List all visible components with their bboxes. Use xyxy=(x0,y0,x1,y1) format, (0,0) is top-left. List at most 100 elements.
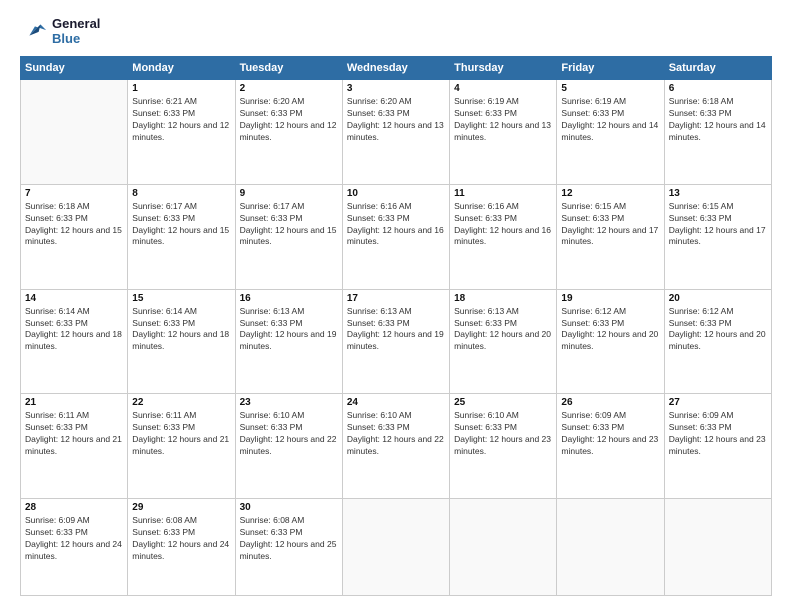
calendar-cell: 15Sunrise: 6:14 AMSunset: 6:33 PMDayligh… xyxy=(128,289,235,394)
day-number: 13 xyxy=(669,188,767,199)
day-info: Sunrise: 6:17 AMSunset: 6:33 PMDaylight:… xyxy=(132,201,230,249)
calendar-cell: 2Sunrise: 6:20 AMSunset: 6:33 PMDaylight… xyxy=(235,80,342,185)
day-info: Sunrise: 6:15 AMSunset: 6:33 PMDaylight:… xyxy=(561,201,659,249)
day-info: Sunrise: 6:08 AMSunset: 6:33 PMDaylight:… xyxy=(240,515,338,563)
calendar-week-5: 28 Sunrise: 6:09 AMSunset: 6:33 PMDayligh… xyxy=(21,499,772,596)
day-number: 23 xyxy=(240,397,338,408)
day-info: Sunrise: 6:09 AMSunset: 6:33 PMDaylight:… xyxy=(669,410,767,458)
calendar-cell: 30 Sunrise: 6:08 AMSunset: 6:33 PMDayligh… xyxy=(235,499,342,596)
day-info: Sunrise: 6:10 AMSunset: 6:33 PMDaylight:… xyxy=(454,410,552,458)
calendar-week-1: 1Sunrise: 6:21 AMSunset: 6:33 PMDaylight… xyxy=(21,80,772,185)
day-info: Sunrise: 6:13 AMSunset: 6:33 PMDaylight:… xyxy=(454,306,552,354)
day-info: Sunrise: 6:13 AMSunset: 6:33 PMDaylight:… xyxy=(240,306,338,354)
day-info: Sunrise: 6:16 AMSunset: 6:33 PMDaylight:… xyxy=(347,201,445,249)
calendar-cell: 28 Sunrise: 6:09 AMSunset: 6:33 PMDayligh… xyxy=(21,499,128,596)
logo: General Blue xyxy=(20,16,100,46)
day-number: 7 xyxy=(25,188,123,199)
calendar-cell xyxy=(342,499,449,596)
day-info: Sunrise: 6:09 AMSunset: 6:33 PMDaylight:… xyxy=(25,515,123,563)
calendar-cell xyxy=(21,80,128,185)
day-number: 29 xyxy=(132,502,230,513)
calendar-header-saturday: Saturday xyxy=(664,57,771,80)
day-number: 14 xyxy=(25,293,123,304)
day-info: Sunrise: 6:18 AMSunset: 6:33 PMDaylight:… xyxy=(669,96,767,144)
calendar-cell: 4 Sunrise: 6:19 AMSunset: 6:33 PMDaylight… xyxy=(450,80,557,185)
day-info: Sunrise: 6:19 AMSunset: 6:33 PMDaylight:… xyxy=(561,96,659,144)
calendar-cell: 6 Sunrise: 6:18 AMSunset: 6:33 PMDaylight… xyxy=(664,80,771,185)
day-info: Sunrise: 6:14 AMSunset: 6:33 PMDaylight:… xyxy=(132,306,230,354)
calendar-cell: 1Sunrise: 6:21 AMSunset: 6:33 PMDaylight… xyxy=(128,80,235,185)
day-info: Sunrise: 6:12 AMSunset: 6:33 PMDaylight:… xyxy=(561,306,659,354)
day-number: 8 xyxy=(132,188,230,199)
day-number: 1 xyxy=(132,83,230,94)
calendar-cell: 18 Sunrise: 6:13 AMSunset: 6:33 PMDayligh… xyxy=(450,289,557,394)
calendar-header-tuesday: Tuesday xyxy=(235,57,342,80)
day-info: Sunrise: 6:10 AMSunset: 6:33 PMDaylight:… xyxy=(240,410,338,458)
day-number: 6 xyxy=(669,83,767,94)
logo-icon xyxy=(20,17,48,45)
calendar-cell: 9Sunrise: 6:17 AMSunset: 6:33 PMDaylight… xyxy=(235,184,342,289)
day-info: Sunrise: 6:16 AMSunset: 6:33 PMDaylight:… xyxy=(454,201,552,249)
day-number: 18 xyxy=(454,293,552,304)
calendar-week-2: 7 Sunrise: 6:18 AMSunset: 6:33 PMDaylight… xyxy=(21,184,772,289)
day-number: 3 xyxy=(347,83,445,94)
day-info: Sunrise: 6:12 AMSunset: 6:33 PMDaylight:… xyxy=(669,306,767,354)
calendar-cell: 25Sunrise: 6:10 AMSunset: 6:33 PMDayligh… xyxy=(450,394,557,499)
day-number: 4 xyxy=(454,83,552,94)
day-info: Sunrise: 6:20 AMSunset: 6:33 PMDaylight:… xyxy=(240,96,338,144)
logo-text: General Blue xyxy=(52,16,100,46)
day-number: 27 xyxy=(669,397,767,408)
day-info: Sunrise: 6:13 AMSunset: 6:33 PMDaylight:… xyxy=(347,306,445,354)
day-info: Sunrise: 6:11 AMSunset: 6:33 PMDaylight:… xyxy=(132,410,230,458)
day-number: 16 xyxy=(240,293,338,304)
day-number: 5 xyxy=(561,83,659,94)
day-number: 30 xyxy=(240,502,338,513)
calendar-cell: 27 Sunrise: 6:09 AMSunset: 6:33 PMDayligh… xyxy=(664,394,771,499)
calendar-cell: 21 Sunrise: 6:11 AMSunset: 6:33 PMDayligh… xyxy=(21,394,128,499)
calendar-cell: 17 Sunrise: 6:13 AMSunset: 6:33 PMDayligh… xyxy=(342,289,449,394)
day-number: 19 xyxy=(561,293,659,304)
calendar-cell: 14 Sunrise: 6:14 AMSunset: 6:33 PMDayligh… xyxy=(21,289,128,394)
day-number: 21 xyxy=(25,397,123,408)
day-info: Sunrise: 6:10 AMSunset: 6:33 PMDaylight:… xyxy=(347,410,445,458)
calendar-cell: 13 Sunrise: 6:15 AMSunset: 6:33 PMDayligh… xyxy=(664,184,771,289)
day-info: Sunrise: 6:08 AMSunset: 6:33 PMDaylight:… xyxy=(132,515,230,563)
day-info: Sunrise: 6:09 AMSunset: 6:33 PMDaylight:… xyxy=(561,410,659,458)
calendar-header-wednesday: Wednesday xyxy=(342,57,449,80)
day-number: 11 xyxy=(454,188,552,199)
calendar-header-sunday: Sunday xyxy=(21,57,128,80)
day-info: Sunrise: 6:11 AMSunset: 6:33 PMDaylight:… xyxy=(25,410,123,458)
day-number: 22 xyxy=(132,397,230,408)
calendar-cell xyxy=(557,499,664,596)
calendar-cell: 24 Sunrise: 6:10 AMSunset: 6:33 PMDayligh… xyxy=(342,394,449,499)
calendar-cell: 26 Sunrise: 6:09 AMSunset: 6:33 PMDayligh… xyxy=(557,394,664,499)
day-info: Sunrise: 6:15 AMSunset: 6:33 PMDaylight:… xyxy=(669,201,767,249)
calendar-cell: 11 Sunrise: 6:16 AMSunset: 6:33 PMDayligh… xyxy=(450,184,557,289)
day-number: 20 xyxy=(669,293,767,304)
calendar-cell: 7 Sunrise: 6:18 AMSunset: 6:33 PMDaylight… xyxy=(21,184,128,289)
calendar-week-4: 21 Sunrise: 6:11 AMSunset: 6:33 PMDayligh… xyxy=(21,394,772,499)
day-info: Sunrise: 6:18 AMSunset: 6:33 PMDaylight:… xyxy=(25,201,123,249)
calendar-cell: 12 Sunrise: 6:15 AMSunset: 6:33 PMDayligh… xyxy=(557,184,664,289)
day-number: 17 xyxy=(347,293,445,304)
calendar-cell xyxy=(450,499,557,596)
day-number: 26 xyxy=(561,397,659,408)
calendar-header-friday: Friday xyxy=(557,57,664,80)
calendar-cell: 20 Sunrise: 6:12 AMSunset: 6:33 PMDayligh… xyxy=(664,289,771,394)
day-info: Sunrise: 6:20 AMSunset: 6:33 PMDaylight:… xyxy=(347,96,445,144)
day-number: 9 xyxy=(240,188,338,199)
day-info: Sunrise: 6:14 AMSunset: 6:33 PMDaylight:… xyxy=(25,306,123,354)
calendar-cell xyxy=(664,499,771,596)
day-number: 28 xyxy=(25,502,123,513)
calendar-cell: 29 Sunrise: 6:08 AMSunset: 6:33 PMDayligh… xyxy=(128,499,235,596)
header: General Blue xyxy=(20,16,772,46)
calendar-week-3: 14 Sunrise: 6:14 AMSunset: 6:33 PMDayligh… xyxy=(21,289,772,394)
day-info: Sunrise: 6:19 AMSunset: 6:33 PMDaylight:… xyxy=(454,96,552,144)
day-number: 24 xyxy=(347,397,445,408)
calendar-cell: 23 Sunrise: 6:10 AMSunset: 6:33 PMDayligh… xyxy=(235,394,342,499)
day-number: 12 xyxy=(561,188,659,199)
calendar-header-thursday: Thursday xyxy=(450,57,557,80)
calendar-cell: 10Sunrise: 6:16 AMSunset: 6:33 PMDayligh… xyxy=(342,184,449,289)
calendar-cell: 19 Sunrise: 6:12 AMSunset: 6:33 PMDayligh… xyxy=(557,289,664,394)
calendar-cell: 22 Sunrise: 6:11 AMSunset: 6:33 PMDayligh… xyxy=(128,394,235,499)
